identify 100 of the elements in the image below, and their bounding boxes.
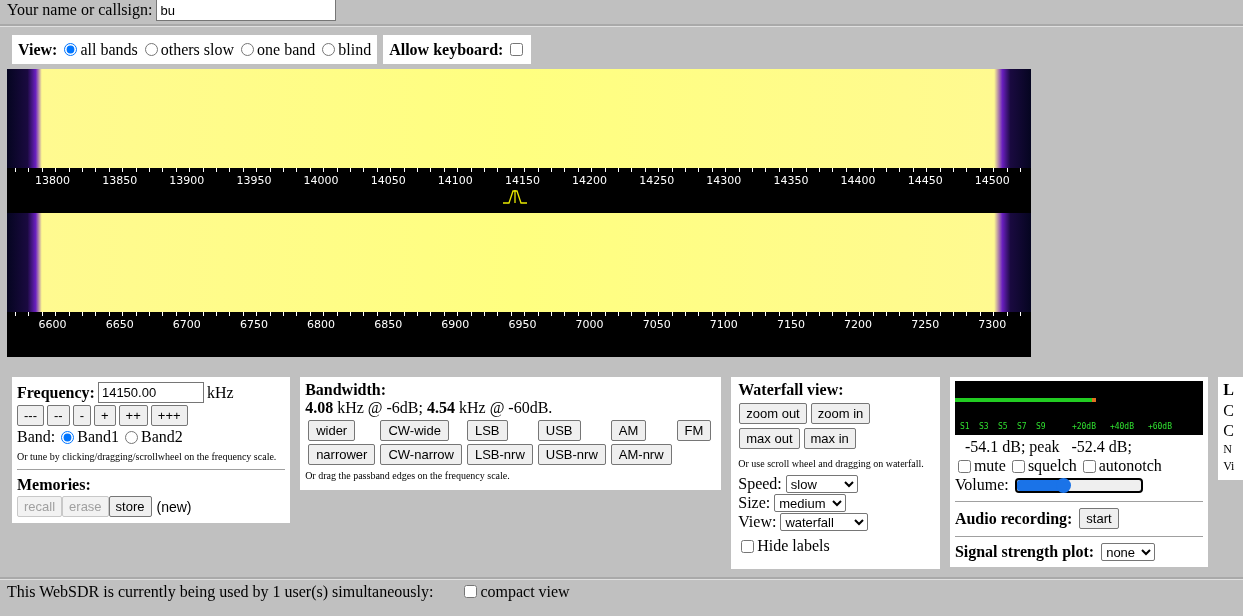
band-option-label[interactable]: Band1: [77, 428, 119, 446]
scale-label: 7150: [775, 318, 806, 331]
start-button[interactable]: start: [1079, 508, 1119, 529]
select-label: View:: [738, 512, 777, 531]
meter-scale-label: S7: [1016, 422, 1028, 431]
meter-scale-label: +40dB: [1109, 422, 1135, 431]
scale-label: 6600: [37, 318, 68, 331]
view-option-label[interactable]: all bands: [80, 40, 138, 59]
side-panel-text: C: [1223, 402, 1235, 420]
scale-label: 7200: [843, 318, 874, 331]
compact-view-label[interactable]: compact view: [480, 582, 570, 601]
mode-button[interactable]: FM: [676, 420, 712, 441]
scale-label: 14150: [503, 174, 541, 187]
mode-button[interactable]: CW-narrow: [380, 444, 462, 465]
view-option-label[interactable]: others slow: [160, 40, 235, 59]
scale-label: 7050: [641, 318, 672, 331]
mode-button[interactable]: CW-wide: [380, 420, 449, 441]
mode-button[interactable]: USB-nrw: [537, 444, 606, 465]
plot-dropdown[interactable]: none: [1101, 543, 1156, 561]
plot-label: Signal strength plot:: [954, 543, 1095, 561]
band-radio[interactable]: [125, 430, 138, 444]
band-label: Band:: [17, 428, 56, 446]
scale-label: 14200: [571, 174, 609, 187]
scale-label: 14350: [772, 174, 810, 187]
side-panel-text: L: [1223, 381, 1235, 399]
keyboard-label: Allow keyboard:: [389, 40, 504, 59]
scale-label: 14300: [705, 174, 743, 187]
zoom-button[interactable]: max in: [803, 428, 856, 449]
toggle-label[interactable]: squelch: [1027, 457, 1077, 475]
scale-label: 14050: [369, 174, 407, 187]
mode-button[interactable]: LSB-nrw: [466, 444, 533, 465]
side-panel-text: N: [1223, 442, 1233, 457]
toggle-label[interactable]: mute: [973, 457, 1006, 475]
scale-label: 6900: [440, 318, 471, 331]
view-option-label[interactable]: blind: [338, 40, 372, 59]
scale-label: 14500: [973, 174, 1011, 187]
zoom-button[interactable]: zoom out: [739, 403, 807, 424]
callsign-field[interactable]: bu: [156, 0, 337, 21]
callsign-label: Your name or callsign:: [7, 1, 153, 19]
view-radio[interactable]: [144, 43, 158, 56]
mode-button[interactable]: AM-nrw: [610, 444, 672, 465]
view-radio[interactable]: [322, 43, 336, 56]
mode-button[interactable]: AM: [610, 420, 647, 441]
select-dropdown[interactable]: medium: [774, 493, 847, 512]
mode-button[interactable]: USB: [537, 420, 581, 441]
side-panel-text: C: [1223, 422, 1235, 440]
view-radio[interactable]: [64, 43, 78, 56]
hide-labels-checkbox[interactable]: [741, 539, 755, 553]
scale-label: 14450: [906, 174, 944, 187]
mode-button[interactable]: LSB: [466, 420, 508, 441]
side-panel-text: Vi: [1223, 459, 1236, 474]
zoom-button[interactable]: zoom in: [810, 403, 871, 424]
step-button[interactable]: ++: [118, 405, 148, 426]
scale-label: 14400: [839, 174, 877, 187]
band-radio[interactable]: [61, 430, 75, 444]
passband-icon[interactable]: [502, 188, 528, 204]
scale-label: 7100: [708, 318, 739, 331]
view-radio[interactable]: [241, 43, 255, 56]
toggle-label[interactable]: autonotch: [1098, 457, 1162, 475]
hide-labels-label[interactable]: Hide labels: [757, 537, 830, 555]
recording-label: Audio recording:: [954, 509, 1073, 528]
scale-label: 14100: [436, 174, 474, 187]
step-button[interactable]: +++: [150, 405, 188, 426]
toggle-checkbox[interactable]: [1011, 459, 1025, 473]
meter-scale-label: S3: [978, 422, 990, 431]
step-button[interactable]: +: [94, 405, 116, 426]
mode-button[interactable]: wider: [308, 420, 356, 441]
memory-button[interactable]: store: [108, 496, 152, 517]
usage-text: This WebSDR is currently being used by 1 user(s) simultaneously:: [7, 582, 434, 601]
compact-view-checkbox[interactable]: [464, 585, 478, 598]
step-button[interactable]: --: [47, 405, 70, 426]
bandwidth-readout: 4.08 kHz @ -6dB; 4.54 kHz @ -60dB.: [305, 399, 554, 417]
band-option-label[interactable]: Band2: [141, 428, 183, 446]
view-option-label[interactable]: one band: [257, 40, 316, 59]
scale-label: 6700: [171, 318, 202, 331]
scale-label: 13850: [101, 174, 139, 187]
scale-label: 6650: [104, 318, 135, 331]
toggle-checkbox[interactable]: [1082, 459, 1096, 473]
mode-button[interactable]: narrower: [308, 444, 376, 465]
step-button[interactable]: -: [72, 405, 91, 426]
scale-label: 13800: [34, 174, 72, 187]
scale-label: 13900: [168, 174, 206, 187]
select-label: Speed:: [738, 474, 782, 493]
select-dropdown[interactable]: waterfall: [780, 512, 869, 531]
hint-text: Or drag the passband edges on the frequency scale.: [305, 470, 511, 481]
volume-slider[interactable]: [1014, 477, 1143, 493]
scale-label: 7250: [910, 318, 941, 331]
select-dropdown[interactable]: slow: [785, 474, 858, 493]
scale-label: 6800: [306, 318, 337, 331]
hint-text: Or tune by clicking/dragging/scrollwheel on the frequency scale.: [17, 451, 278, 462]
memories-title: Memories:: [17, 476, 92, 494]
frequency-field[interactable]: 14150.00: [97, 382, 204, 403]
meter-scale-label: S5: [997, 422, 1009, 431]
keyboard-checkbox[interactable]: [510, 43, 524, 56]
scale-label: 7300: [977, 318, 1008, 331]
step-button[interactable]: ---: [17, 405, 44, 426]
zoom-button[interactable]: max out: [739, 428, 800, 449]
hint-text: Or use scroll wheel and dragging on waterfall.: [738, 458, 925, 469]
meter-scale-label: +60dB: [1147, 422, 1173, 431]
toggle-checkbox[interactable]: [957, 459, 971, 473]
